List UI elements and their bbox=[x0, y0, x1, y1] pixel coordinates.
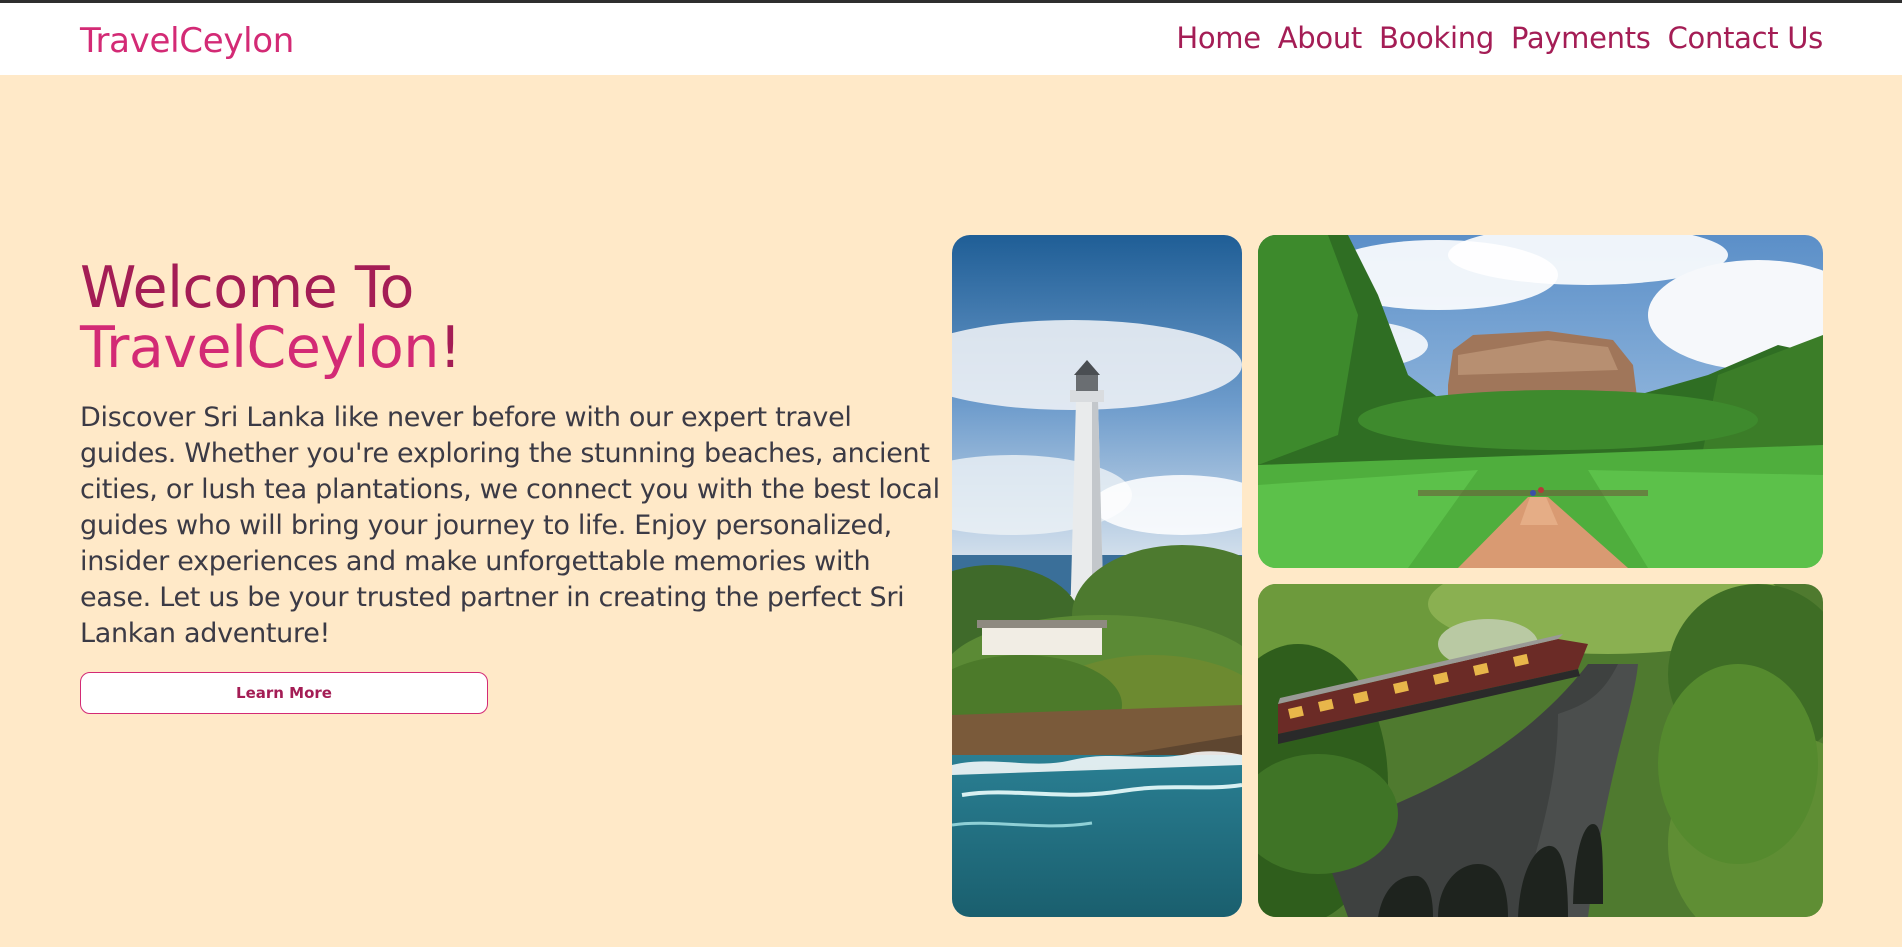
top-navbar: TravelCeylon Home About Booking Payments… bbox=[0, 0, 1902, 75]
lighthouse-image bbox=[952, 235, 1242, 917]
learn-more-button[interactable]: Learn More bbox=[80, 672, 488, 714]
nav-link-home[interactable]: Home bbox=[1176, 21, 1261, 55]
main-nav: Home About Booking Payments Contact Us bbox=[1176, 21, 1823, 55]
train-bridge-photo bbox=[1258, 584, 1823, 917]
lighthouse-photo bbox=[952, 235, 1242, 917]
hero-description: Discover Sri Lanka like never before wit… bbox=[80, 402, 940, 649]
train-bridge-image bbox=[1258, 584, 1823, 917]
brand-logo[interactable]: TravelCeylon bbox=[80, 21, 294, 61]
nav-link-about[interactable]: About bbox=[1278, 21, 1363, 55]
nav-link-payments[interactable]: Payments bbox=[1511, 21, 1651, 55]
headline-punct: ! bbox=[438, 315, 462, 381]
sigiriya-photo bbox=[1258, 235, 1823, 568]
hero-headline: Welcome To TravelCeylon! bbox=[80, 258, 940, 378]
headline-brand: TravelCeylon bbox=[80, 315, 439, 381]
hero-section: Welcome To TravelCeylon! Discover Sri Lan… bbox=[80, 258, 940, 714]
nav-link-booking[interactable]: Booking bbox=[1379, 21, 1494, 55]
sigiriya-image bbox=[1258, 235, 1823, 568]
headline-line-1: Welcome To bbox=[80, 255, 414, 321]
nav-link-contact[interactable]: Contact Us bbox=[1668, 21, 1824, 55]
